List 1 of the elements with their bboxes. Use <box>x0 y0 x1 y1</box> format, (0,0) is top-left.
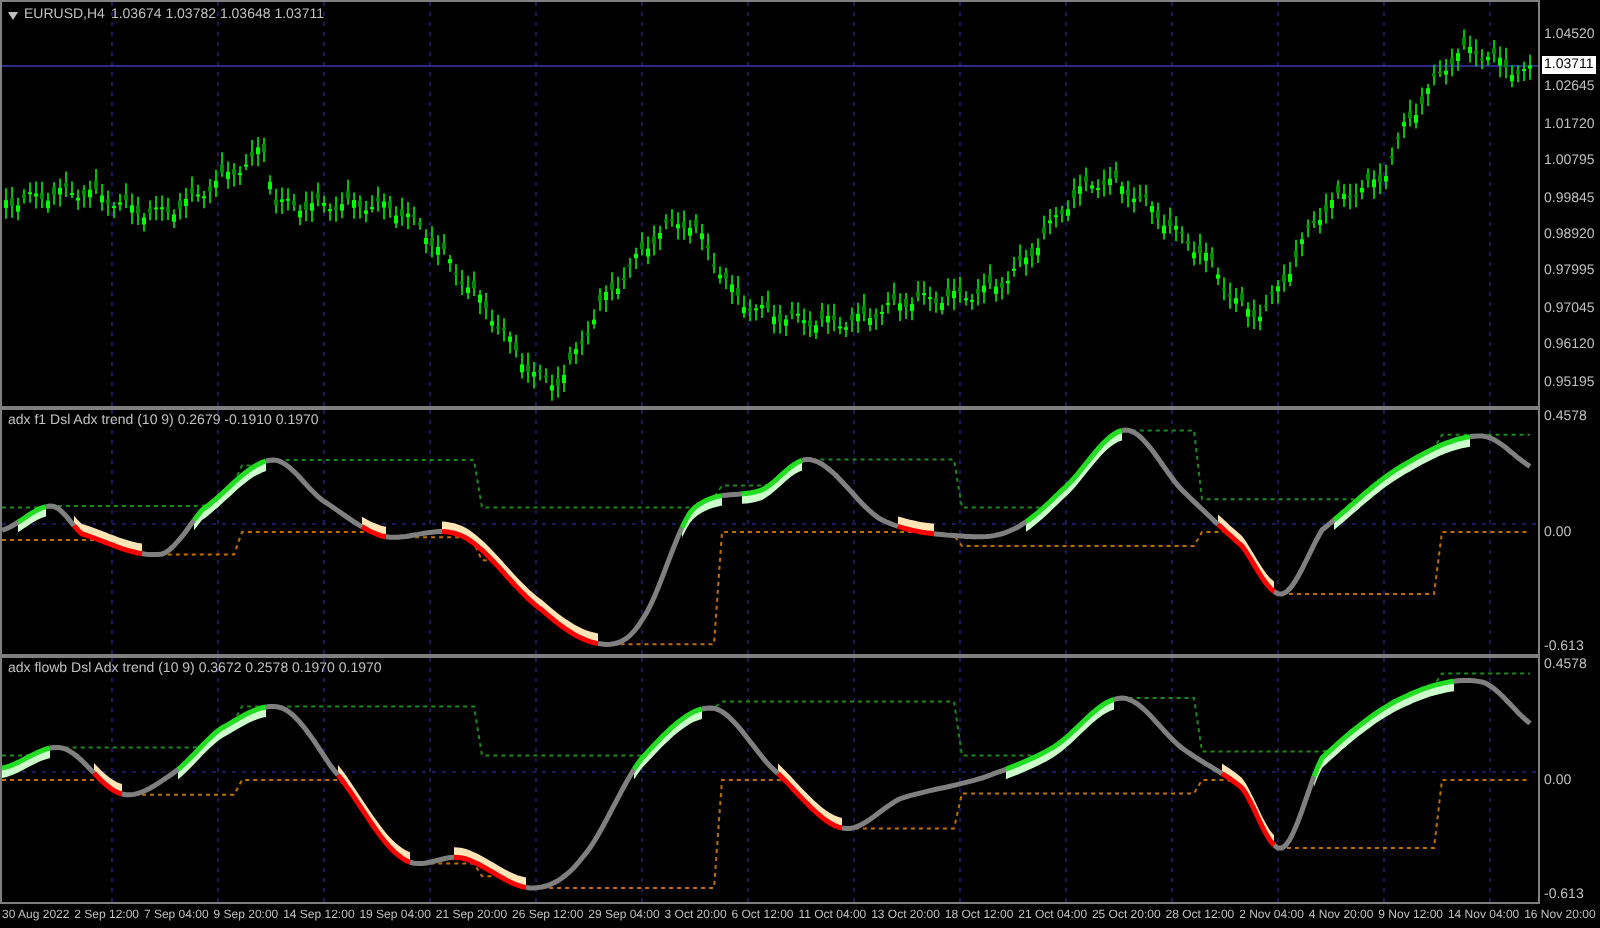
dropdown-triangle-icon[interactable] <box>8 11 18 19</box>
